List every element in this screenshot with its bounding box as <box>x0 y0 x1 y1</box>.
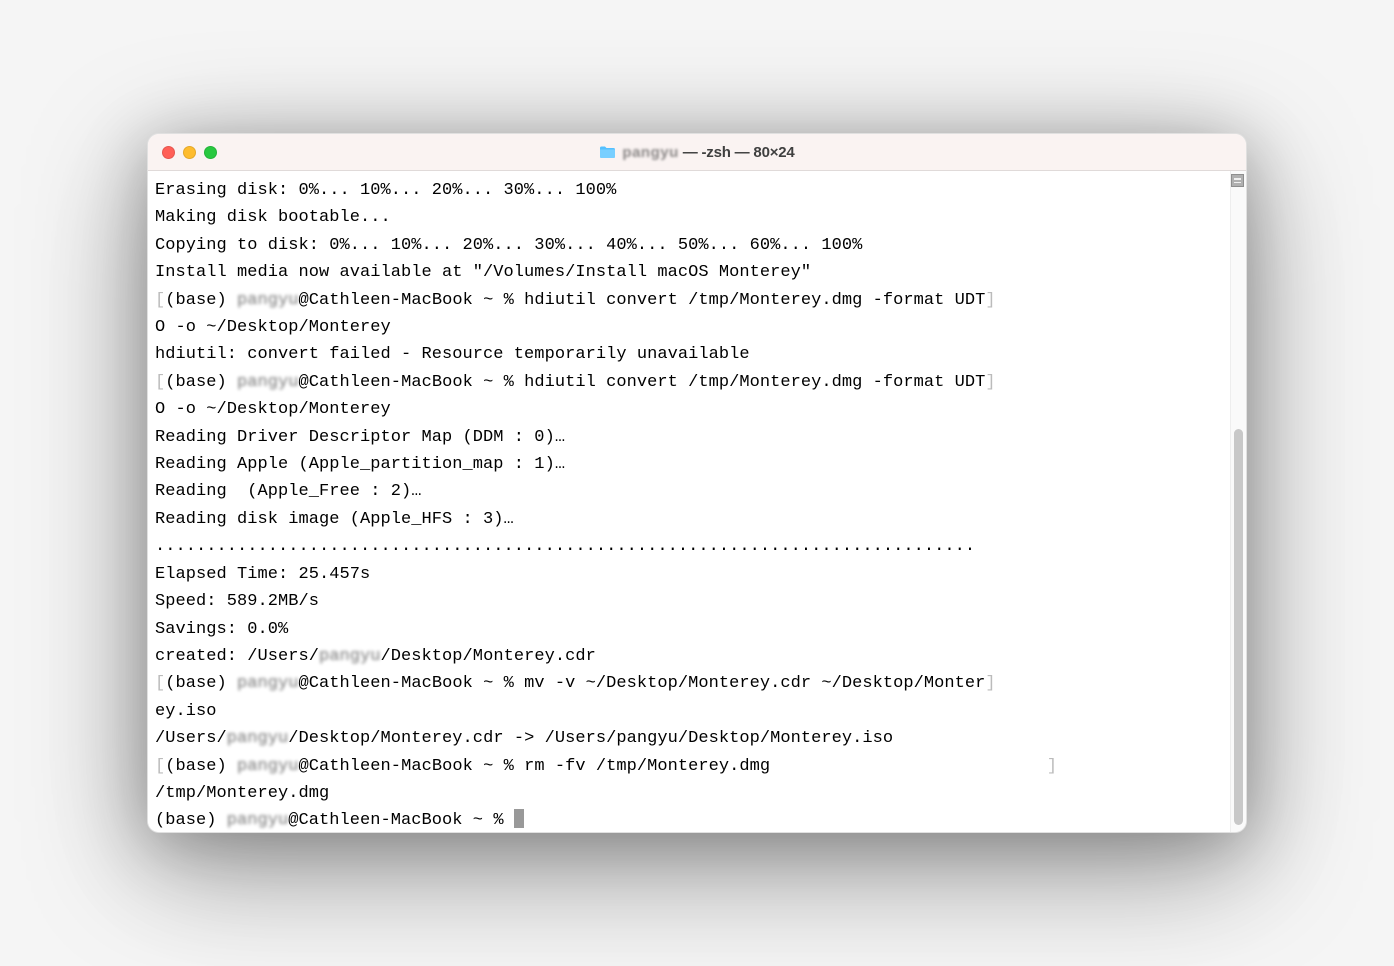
cursor <box>514 809 524 828</box>
scroll-indicator-icon <box>1231 174 1244 187</box>
output-line: Reading disk image (Apple_HFS : 3)… <box>155 506 1223 533</box>
terminal-window: pangyu — -zsh — 80×24 Erasing disk: 0%..… <box>147 133 1247 833</box>
output-line: created: /Users/pangyu/Desktop/Monterey.… <box>155 643 1223 670</box>
output-line: Copying to disk: 0%... 10%... 20%... 30%… <box>155 232 1223 259</box>
minimize-button[interactable] <box>183 146 196 159</box>
output-line: Making disk bootable... <box>155 204 1223 231</box>
output-line: Reading Apple (Apple_partition_map : 1)… <box>155 451 1223 478</box>
close-button[interactable] <box>162 146 175 159</box>
output-line: ey.iso <box>155 698 1223 725</box>
traffic-lights <box>162 146 217 159</box>
output-line: Savings: 0.0% <box>155 616 1223 643</box>
folder-icon <box>599 145 616 159</box>
scrollbar-thumb[interactable] <box>1234 429 1243 826</box>
prompt-line: (base) pangyu@Cathleen-MacBook ~ % <box>155 807 1223 832</box>
window-titlebar[interactable]: pangyu — -zsh — 80×24 <box>148 134 1246 171</box>
terminal-output[interactable]: Erasing disk: 0%... 10%... 20%... 30%...… <box>148 171 1230 832</box>
output-line: [(base) pangyu@Cathleen-MacBook ~ % mv -… <box>155 670 1223 697</box>
output-line: Speed: 589.2MB/s <box>155 588 1223 615</box>
output-line: Reading (Apple_Free : 2)… <box>155 478 1223 505</box>
maximize-button[interactable] <box>204 146 217 159</box>
output-line: [(base) pangyu@Cathleen-MacBook ~ % hdiu… <box>155 287 1223 314</box>
output-line: ........................................… <box>155 533 1223 560</box>
terminal-body: Erasing disk: 0%... 10%... 20%... 30%...… <box>148 171 1246 832</box>
title-hidden: pangyu <box>622 144 678 161</box>
title-suffix: — -zsh — 80×24 <box>679 144 795 161</box>
output-line: Reading Driver Descriptor Map (DDM : 0)… <box>155 424 1223 451</box>
scrollbar[interactable] <box>1230 171 1246 832</box>
output-line: /tmp/Monterey.dmg <box>155 780 1223 807</box>
window-title: pangyu — -zsh — 80×24 <box>148 144 1246 161</box>
output-line: hdiutil: convert failed - Resource tempo… <box>155 341 1223 368</box>
output-line: [(base) pangyu@Cathleen-MacBook ~ % rm -… <box>155 753 1223 780</box>
output-line: O -o ~/Desktop/Monterey <box>155 396 1223 423</box>
output-line: Erasing disk: 0%... 10%... 20%... 30%...… <box>155 177 1223 204</box>
output-line: /Users/pangyu/Desktop/Monterey.cdr -> /U… <box>155 725 1223 752</box>
output-line: Install media now available at "/Volumes… <box>155 259 1223 286</box>
output-line: [(base) pangyu@Cathleen-MacBook ~ % hdiu… <box>155 369 1223 396</box>
output-line: O -o ~/Desktop/Monterey <box>155 314 1223 341</box>
output-line: Elapsed Time: 25.457s <box>155 561 1223 588</box>
